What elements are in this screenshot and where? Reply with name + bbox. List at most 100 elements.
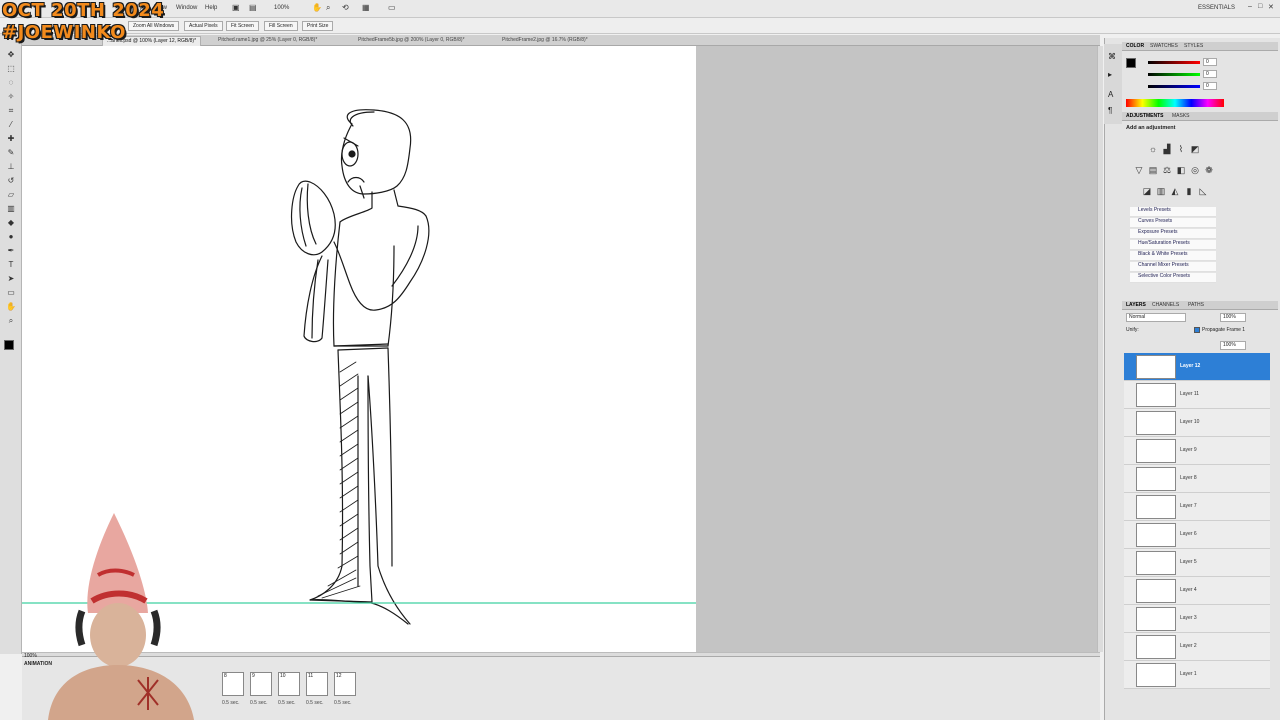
zoom-tool-icon[interactable]: ⌕	[5, 316, 17, 326]
character-icon[interactable]: A	[1108, 90, 1113, 99]
color-foreground-swatch[interactable]	[1126, 58, 1136, 68]
fit-screen-button[interactable]: Fit Screen	[226, 21, 259, 31]
tab-color[interactable]: COLOR	[1126, 43, 1144, 49]
healing-brush-tool-icon[interactable]: ✚	[5, 134, 17, 144]
layer-row[interactable]: Layer 3	[1124, 605, 1270, 633]
threshold-icon[interactable]: ◭	[1170, 186, 1180, 196]
layer-row[interactable]: Layer 2	[1124, 633, 1270, 661]
layer-row[interactable]: Layer 4	[1124, 577, 1270, 605]
red-slider[interactable]	[1148, 61, 1200, 64]
invert-icon[interactable]: ◪	[1142, 186, 1152, 196]
zoom-level-dropdown[interactable]: 100%	[274, 5, 289, 11]
hue-saturation-icon[interactable]: ▤	[1148, 165, 1158, 175]
visibility-eye-icon[interactable]	[1126, 559, 1134, 567]
visibility-eye-icon[interactable]	[1126, 671, 1134, 679]
magic-wand-tool-icon[interactable]: ✧	[5, 92, 17, 102]
tab-document-2[interactable]: Pitched.rame1.jpg @ 25% (Layer 0, RGB/8)…	[214, 36, 321, 46]
blue-slider[interactable]	[1148, 85, 1200, 88]
dodge-tool-icon[interactable]: ●	[5, 232, 17, 242]
tab-swatches[interactable]: SWATCHES	[1150, 43, 1178, 49]
type-tool-icon[interactable]: T	[5, 260, 17, 270]
frame-delay[interactable]: 0.5 sec.	[222, 700, 240, 706]
eraser-tool-icon[interactable]: ▱	[5, 190, 17, 200]
preset-channel-mixer[interactable]: Channel Mixer Presets	[1130, 262, 1216, 272]
frame-delay[interactable]: 0.5 sec.	[334, 700, 352, 706]
hand-tool-icon[interactable]: ✋	[5, 302, 17, 312]
blend-mode-dropdown[interactable]: Normal	[1126, 313, 1186, 322]
frame-delay[interactable]: 0.5 sec.	[306, 700, 324, 706]
layer-row[interactable]: Layer 1	[1124, 661, 1270, 689]
visibility-eye-icon[interactable]	[1126, 531, 1134, 539]
history-icon[interactable]: ⌘	[1108, 52, 1116, 61]
brush-tool-icon[interactable]: ✎	[5, 148, 17, 158]
preset-levels[interactable]: Levels Presets	[1130, 207, 1216, 217]
posterize-icon[interactable]: ▥	[1156, 186, 1166, 196]
blue-value-field[interactable]: 0	[1203, 82, 1217, 90]
visibility-eye-icon[interactable]	[1126, 447, 1134, 455]
visibility-eye-icon[interactable]	[1126, 615, 1134, 623]
tab-channels[interactable]: CHANNELS	[1152, 302, 1179, 308]
preset-black-white[interactable]: Black & White Presets	[1130, 251, 1216, 261]
lasso-tool-icon[interactable]: ◌	[5, 78, 17, 88]
color-spectrum-bar[interactable]	[1126, 99, 1224, 107]
gradient-tool-icon[interactable]: ▥	[5, 204, 17, 214]
layer-row[interactable]: Layer 5	[1124, 549, 1270, 577]
actual-pixels-button[interactable]: Actual Pixels	[184, 21, 223, 31]
menu-item-window[interactable]: Window	[176, 5, 197, 11]
menu-item-help[interactable]: Help	[205, 5, 217, 11]
foreground-color-swatch[interactable]	[4, 340, 14, 350]
visibility-eye-icon[interactable]	[1126, 419, 1134, 427]
animation-frame[interactable]: 10	[278, 672, 300, 696]
layer-row[interactable]: Layer 12	[1124, 353, 1270, 381]
tab-paths[interactable]: PATHS	[1188, 302, 1204, 308]
layer-row[interactable]: Layer 10	[1124, 409, 1270, 437]
channel-mixer-icon[interactable]: ❁	[1204, 165, 1214, 175]
gradient-map-icon[interactable]: ▮	[1184, 186, 1194, 196]
visibility-eye-icon[interactable]	[1126, 363, 1134, 371]
print-size-button[interactable]: Print Size	[302, 21, 334, 31]
opacity-field[interactable]: 100%	[1220, 313, 1246, 322]
tab-layers[interactable]: LAYERS	[1126, 302, 1146, 308]
exposure-icon[interactable]: ◩	[1190, 144, 1200, 154]
tab-masks[interactable]: MASKS	[1172, 113, 1190, 119]
animation-frame[interactable]: 8	[222, 672, 244, 696]
visibility-eye-icon[interactable]	[1126, 503, 1134, 511]
photo-filter-icon[interactable]: ◎	[1190, 165, 1200, 175]
animation-frame[interactable]: 11	[306, 672, 328, 696]
arrange-documents-icon[interactable]: ▦	[362, 3, 370, 12]
minimize-icon[interactable]: –	[1248, 3, 1252, 10]
visibility-eye-icon[interactable]	[1126, 643, 1134, 651]
tab-document-4[interactable]: PitchedFrame2.jpg @ 16.7% (RGB/8)*	[498, 36, 592, 46]
screen-mode-icon[interactable]: ▭	[388, 3, 396, 12]
curves-icon[interactable]: ⌇	[1176, 144, 1186, 154]
color-balance-icon[interactable]: ⚖	[1162, 165, 1172, 175]
selective-color-icon[interactable]: ◺	[1198, 186, 1208, 196]
fill-field[interactable]: 100%	[1220, 341, 1246, 350]
preset-selective-color[interactable]: Selective Color Presets	[1130, 273, 1216, 283]
brightness-contrast-icon[interactable]: ☼	[1148, 144, 1158, 154]
pen-tool-icon[interactable]: ✒	[5, 246, 17, 256]
layer-row[interactable]: Layer 6	[1124, 521, 1270, 549]
fill-screen-button[interactable]: Fill Screen	[264, 21, 298, 31]
clone-stamp-tool-icon[interactable]: ⊥	[5, 162, 17, 172]
hand-tool-icon[interactable]: ✋	[312, 3, 322, 12]
black-white-icon[interactable]: ◧	[1176, 165, 1186, 175]
frame-delay[interactable]: 0.5 sec.	[250, 700, 268, 706]
vibrance-icon[interactable]: ▽	[1134, 165, 1144, 175]
crop-tool-icon[interactable]: ⌗	[5, 106, 17, 116]
red-value-field[interactable]: 0	[1203, 58, 1217, 66]
layer-row[interactable]: Layer 7	[1124, 493, 1270, 521]
layer-row[interactable]: Layer 8	[1124, 465, 1270, 493]
eyedropper-tool-icon[interactable]: ⁄	[5, 120, 17, 130]
shape-tool-icon[interactable]: ▭	[5, 288, 17, 298]
history-brush-tool-icon[interactable]: ↺	[5, 176, 17, 186]
actions-icon[interactable]: ▸	[1108, 70, 1112, 79]
visibility-eye-icon[interactable]	[1126, 587, 1134, 595]
blur-tool-icon[interactable]: ◆	[5, 218, 17, 228]
vertical-scrollbar[interactable]	[1097, 46, 1103, 652]
tab-adjustments[interactable]: ADJUSTMENTS	[1126, 113, 1164, 119]
maximize-icon[interactable]: □	[1258, 3, 1262, 10]
layer-row[interactable]: Layer 9	[1124, 437, 1270, 465]
propagate-checkbox[interactable]	[1194, 327, 1200, 333]
zoom-all-windows-checkbox[interactable]: Zoom All Windows	[128, 21, 180, 31]
